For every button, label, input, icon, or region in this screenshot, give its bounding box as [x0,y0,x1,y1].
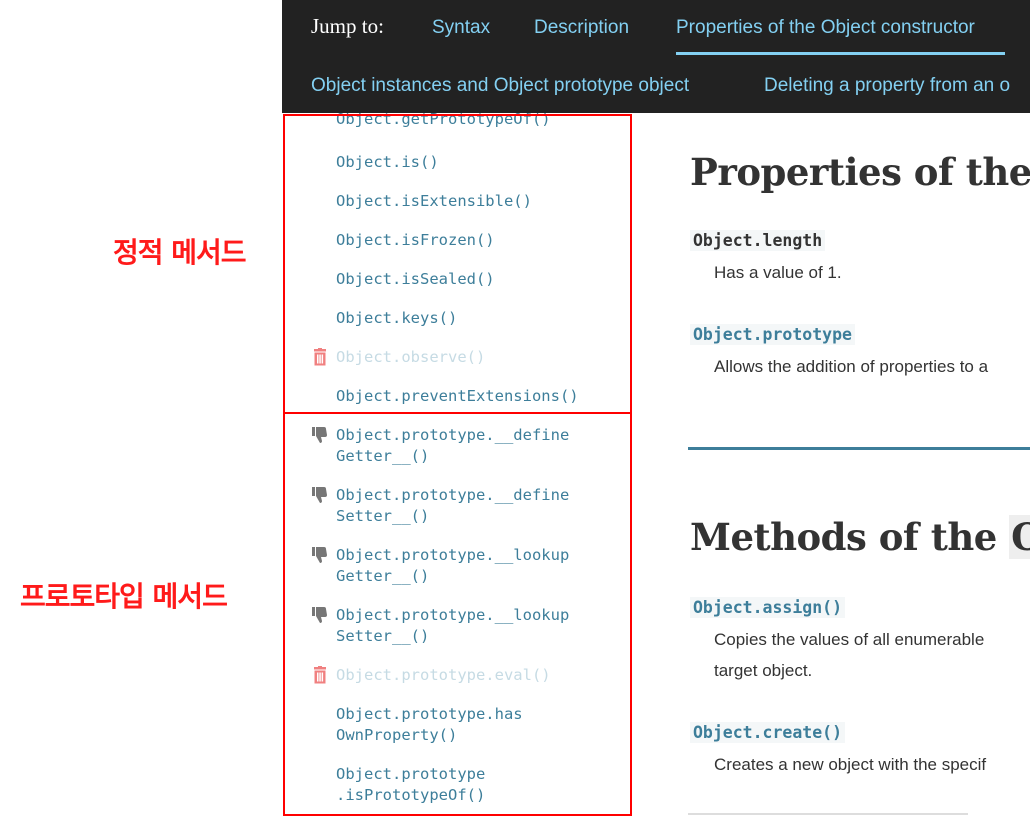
sidebar-item-observe[interactable]: Object.observe() [336,347,485,368]
sidebar-item-isextensible[interactable]: Object.isExtensible() [336,191,532,212]
sidebar-item-issealed[interactable]: Object.isSealed() [336,269,495,290]
method-term-create[interactable]: Object.create() [690,722,846,743]
jump-link-syntax[interactable]: Syntax [432,17,490,39]
methods-heading-code: O [1009,515,1030,559]
active-link-underline [676,52,1005,55]
thumbs-down-icon [312,607,327,623]
method-desc-assign-line1: Copies the values of all enumerable [714,630,985,649]
method-term-assign[interactable]: Object.assign() [690,597,846,618]
jump-link-description[interactable]: Description [534,17,629,39]
methods-heading: Methods of the O [690,515,1030,559]
method-desc-create: Creates a new object with the specif [714,755,987,774]
trash-icon [314,348,326,366]
jump-link-properties[interactable]: Properties of the Object constructor [676,17,975,39]
sidebar-method-list: Object.getPrototypeOf() Object.is() Obje… [282,113,632,816]
methods-heading-text: Methods of the [690,515,1010,559]
sidebar-item-lookupgetter[interactable]: Object.prototype.__lookup Getter__() [336,545,569,587]
property-desc-length: Has a value of 1. [714,263,842,282]
sidebar-item-isprototypeof[interactable]: Object.prototype .isPrototypeOf() [336,764,485,806]
main-content: Properties of the Object.length Has a va… [632,113,1030,816]
sidebar-item-lookupsetter[interactable]: Object.prototype.__lookup Setter__() [336,605,569,647]
sidebar-item-keys[interactable]: Object.keys() [336,308,457,329]
static-methods-annotation: 정적 메서드 [113,236,247,269]
jump-to-label: Jump to: [311,14,384,38]
sidebar-item-is[interactable]: Object.is() [336,152,439,173]
sidebar-item-hasownproperty[interactable]: Object.prototype.has OwnProperty() [336,704,523,746]
sidebar-item-definesetter[interactable]: Object.prototype.__define Setter__() [336,485,569,527]
sidebar-item-definegetter[interactable]: Object.prototype.__define Getter__() [336,425,569,467]
sidebar-item-eval[interactable]: Object.prototype.eval() [336,665,551,686]
sidebar-item-getprototypeof[interactable]: Object.getPrototypeOf() [336,113,551,130]
property-term-prototype[interactable]: Object.prototype [690,324,855,345]
jump-to-bar: Jump to: Syntax Description Properties o… [282,0,1030,113]
sidebar-item-preventextensions[interactable]: Object.preventExtensions() [336,386,579,407]
thumbs-down-icon [312,547,327,563]
section-divider [688,447,1030,450]
section-divider-bottom [688,813,968,815]
properties-heading: Properties of the [690,150,1030,194]
thumbs-down-icon [312,487,327,503]
property-desc-prototype: Allows the addition of properties to a [714,357,989,376]
method-desc-assign-line2: target object. [714,661,813,680]
jump-link-instances[interactable]: Object instances and Object prototype ob… [311,75,689,97]
prototype-methods-annotation: 프로토타입 메서드 [20,580,228,613]
trash-icon [314,666,326,684]
thumbs-down-icon [312,427,327,443]
property-term-length: Object.length [690,230,826,251]
sidebar-item-isfrozen[interactable]: Object.isFrozen() [336,230,495,251]
jump-link-deleting[interactable]: Deleting a property from an o [764,75,1010,97]
